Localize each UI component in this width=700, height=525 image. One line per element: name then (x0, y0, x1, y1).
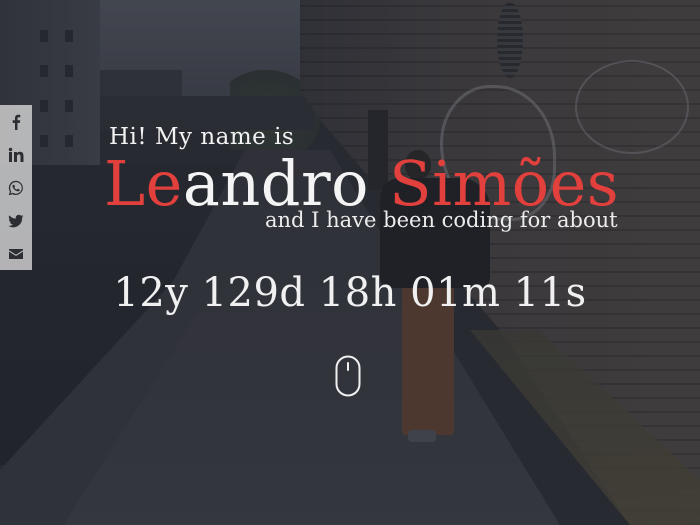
envelope-icon (9, 248, 23, 259)
whatsapp-link[interactable] (7, 179, 25, 197)
tagline-text: and I have been coding for about (265, 208, 618, 232)
facebook-icon (12, 114, 21, 130)
linkedin-link[interactable] (7, 146, 25, 164)
social-sidebar (0, 105, 32, 270)
twitter-link[interactable] (7, 212, 25, 230)
name-accent: Le (104, 147, 183, 220)
linkedin-icon (8, 147, 24, 162)
email-link[interactable] (7, 245, 25, 263)
scroll-down-button[interactable] (335, 355, 361, 397)
facebook-link[interactable] (7, 113, 25, 131)
mouse-scroll-icon (335, 355, 361, 397)
twitter-icon (8, 214, 24, 227)
background-photo (0, 0, 700, 525)
whatsapp-icon (8, 180, 23, 195)
coding-time-counter: 12y 129d 18h 01m 11s (113, 270, 587, 316)
